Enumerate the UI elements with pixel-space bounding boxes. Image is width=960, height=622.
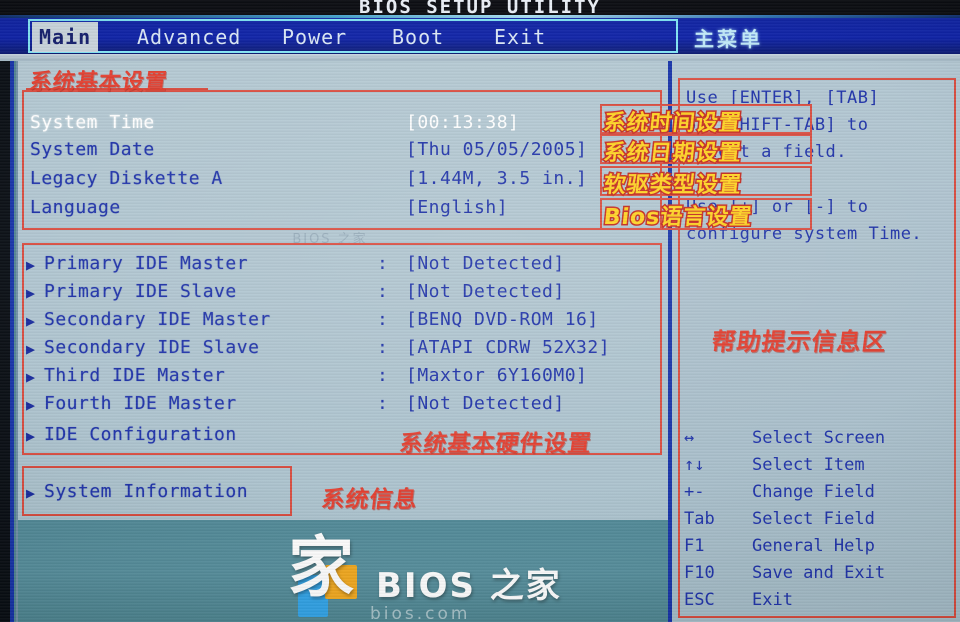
key-esc-exit-desc: Exit xyxy=(752,590,793,610)
system-time-annotation: 系统时间设置 xyxy=(601,110,745,138)
row-secondary-ide-master-value: [BENQ DVD-ROM 16] xyxy=(406,309,599,330)
ide-settings-annotation: 系统基本硬件设置 xyxy=(398,431,594,457)
row-language-label[interactable]: Language xyxy=(30,197,121,218)
row-secondary-ide-master-colon: : xyxy=(377,309,388,330)
key-change-field-desc: Change Field xyxy=(752,482,875,502)
help-panel-annotation: 帮助提示信息区 xyxy=(709,328,889,356)
row-primary-ide-slave-value: [Not Detected] xyxy=(406,281,565,302)
row-language-value[interactable]: [English] xyxy=(406,197,508,218)
key-esc-exit-sym: ESC xyxy=(684,590,715,610)
row-primary-ide-slave-colon: : xyxy=(377,281,388,302)
logo-jia-glyph: 家 xyxy=(288,529,354,606)
system-date-annotation: 系统日期设置 xyxy=(601,140,745,168)
watermark-text: BIOS 之家 xyxy=(376,565,562,606)
row-ide-configuration-label[interactable]: IDE Configuration xyxy=(44,424,237,445)
row-fourth-ide-master-value: [Not Detected] xyxy=(406,393,565,414)
watermark-subtitle: bios.com xyxy=(370,604,471,622)
watermark-logo-icon: 家 xyxy=(288,535,366,617)
main-menu-annotation: 主菜单 xyxy=(694,27,763,51)
key-save-exit-desc: Save and Exit xyxy=(752,563,886,583)
key-general-help-desc: General Help xyxy=(752,536,875,556)
expand-arrow-icon[interactable]: ▶ xyxy=(26,484,35,502)
key-select-field-desc: Select Field xyxy=(752,509,875,529)
row-fourth-ide-master-colon: : xyxy=(377,393,388,414)
row-secondary-ide-slave-colon: : xyxy=(377,337,388,358)
tab-power[interactable]: Power xyxy=(275,22,354,52)
key-select-field-sym: Tab xyxy=(684,509,715,529)
row-system-time-label[interactable]: System Time xyxy=(30,112,155,133)
basic-settings-annotation: 系统基本设置 xyxy=(28,70,170,95)
row-secondary-ide-slave-value: [ATAPI CDRW 52X32] xyxy=(406,337,611,358)
row-fourth-ide-master-label[interactable]: Fourth IDE Master xyxy=(44,393,237,414)
row-third-ide-master-value: [Maxtor 6Y160M0] xyxy=(406,365,588,386)
system-information-annotation: 系统信息 xyxy=(320,487,420,513)
expand-arrow-icon[interactable]: ▶ xyxy=(26,396,35,414)
key-select-item-desc: Select Item xyxy=(752,455,865,475)
row-third-ide-master-colon: : xyxy=(377,365,388,386)
tab-boot[interactable]: Boot xyxy=(385,22,451,52)
row-system-information-label[interactable]: System Information xyxy=(44,481,248,502)
row-third-ide-master-label[interactable]: Third IDE Master xyxy=(44,365,225,386)
key-select-item-sym: ↑↓ xyxy=(684,455,705,475)
menu-bar-base xyxy=(0,54,960,61)
expand-arrow-icon[interactable]: ▶ xyxy=(26,340,35,358)
key-select-screen-desc: Select Screen xyxy=(752,428,886,448)
screen-gutter xyxy=(0,61,10,622)
row-primary-ide-master-value: [Not Detected] xyxy=(406,253,565,274)
bios-setup-screen: BIOS SETUP UTILITY Main Advanced Power B… xyxy=(0,0,960,622)
tab-main[interactable]: Main xyxy=(32,22,99,52)
left-border-outer xyxy=(10,61,14,622)
expand-arrow-icon[interactable]: ▶ xyxy=(26,312,35,330)
key-save-exit-sym: F10 xyxy=(684,563,715,583)
row-legacy-diskette-label[interactable]: Legacy Diskette A xyxy=(30,168,223,189)
tab-advanced[interactable]: Advanced xyxy=(130,22,248,52)
key-general-help-sym: F1 xyxy=(684,536,705,556)
tab-exit[interactable]: Exit xyxy=(487,22,553,52)
row-secondary-ide-master-label[interactable]: Secondary IDE Master xyxy=(44,309,271,330)
faint-watermark: BIOS 之家 xyxy=(292,232,368,247)
key-change-field-sym: +- xyxy=(684,482,705,502)
row-legacy-diskette-value[interactable]: [1.44M, 3.5 in.] xyxy=(406,168,587,189)
diskette-annotation: 软驱类型设置 xyxy=(601,172,745,200)
expand-arrow-icon[interactable]: ▶ xyxy=(26,368,35,386)
row-secondary-ide-slave-label[interactable]: Secondary IDE Slave xyxy=(44,337,259,358)
row-primary-ide-slave-label[interactable]: Primary IDE Slave xyxy=(44,281,237,302)
row-primary-ide-master-label[interactable]: Primary IDE Master xyxy=(44,253,248,274)
row-system-time-value[interactable]: [00:13:38] xyxy=(406,112,519,133)
expand-arrow-icon[interactable]: ▶ xyxy=(26,427,35,445)
key-select-screen-sym: ↔ xyxy=(684,428,695,448)
expand-arrow-icon[interactable]: ▶ xyxy=(26,256,35,274)
row-system-date-value[interactable]: [Thu 05/05/2005] xyxy=(406,139,587,160)
row-primary-ide-master-colon: : xyxy=(377,253,388,274)
expand-arrow-icon[interactable]: ▶ xyxy=(26,284,35,302)
title-bar: BIOS SETUP UTILITY xyxy=(0,0,960,18)
row-system-date-label[interactable]: System Date xyxy=(30,139,155,160)
language-annotation: Bios语言设置 xyxy=(601,204,755,232)
